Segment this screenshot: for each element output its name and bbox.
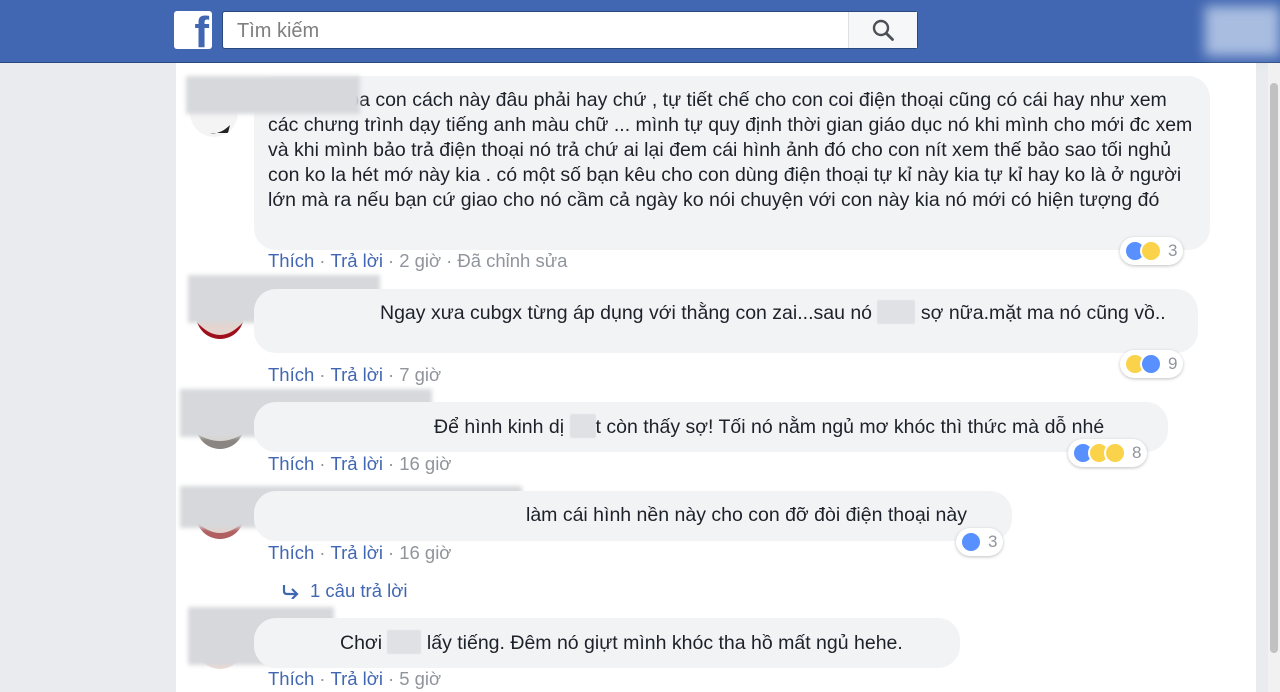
reaction-summary[interactable]: 8 bbox=[1068, 439, 1148, 467]
like-link[interactable]: Thích bbox=[268, 364, 314, 385]
comment-actions: Thích · Trả lời · 2 giờ · Đã chỉnh sửa bbox=[268, 250, 568, 271]
edited-label[interactable]: Đã chỉnh sửa bbox=[457, 250, 567, 271]
facebook-logo[interactable]: f bbox=[174, 11, 212, 49]
search-icon bbox=[872, 19, 894, 41]
facebook-logo-letter: f bbox=[194, 11, 209, 49]
comment-text-part: Ngay xưa cubgx từng áp dụng với thằng co… bbox=[380, 302, 878, 324]
censored-word bbox=[569, 414, 596, 438]
like-link[interactable]: Thích bbox=[268, 250, 314, 271]
comment-text-part: t còn thấy sợ! Tối nó nằm ngủ mơ khóc th… bbox=[595, 416, 1105, 438]
censored-word bbox=[877, 300, 916, 324]
comment-actions: Thích · Trả lời · 5 giờ bbox=[268, 668, 442, 689]
reaction-count: 3 bbox=[988, 532, 998, 551]
like-link[interactable]: Thích bbox=[268, 453, 314, 474]
comment-text-part: lấy tiếng. Đêm nó giựt mình khóc tha hồ … bbox=[426, 632, 903, 654]
reply-link[interactable]: Trả lời bbox=[330, 542, 383, 563]
comment-bubble: nói thật dọa con cách này đâu phải hay c… bbox=[186, 76, 1210, 250]
comment-time[interactable]: 5 giờ bbox=[399, 668, 441, 689]
comment-time[interactable]: 7 giờ bbox=[399, 364, 441, 385]
comment-bubble: Ngay xưa cubgx từng áp dụng với thằng co… bbox=[254, 289, 1198, 353]
view-replies-link[interactable]: 1 câu trả lời bbox=[282, 580, 407, 602]
search-button[interactable] bbox=[848, 12, 917, 48]
view-replies-label[interactable]: 1 câu trả lời bbox=[310, 580, 407, 601]
scrollbar-thumb[interactable] bbox=[1270, 83, 1278, 653]
comment-bubble: Chơi lấy tiếng. Đêm nó giựt mình khóc th… bbox=[254, 618, 960, 668]
reaction-count: 3 bbox=[1168, 241, 1178, 260]
page-scrollbar[interactable] bbox=[1268, 63, 1280, 692]
comment-time[interactable]: 2 giờ bbox=[399, 250, 441, 271]
comment-text-part: Để hình kinh dị bbox=[434, 416, 570, 438]
reply-link[interactable]: Trả lời bbox=[330, 364, 383, 385]
comment-text: làm cái hình nền này cho con đỡ đòi điện… bbox=[526, 504, 967, 526]
reply-arrow-icon bbox=[282, 585, 299, 600]
like-link[interactable]: Thích bbox=[268, 542, 314, 563]
comment-text-part: Chơi bbox=[340, 632, 388, 654]
reply-link[interactable]: Trả lời bbox=[330, 453, 383, 474]
comment-text-part: sợ nữa.mặt ma nó cũng vồ.. bbox=[920, 302, 1166, 324]
top-navigation-bar: f bbox=[0, 0, 1280, 63]
search-box bbox=[222, 11, 918, 49]
comment-bubble: làm cái hình nền này cho con đỡ đòi điện… bbox=[254, 491, 1012, 541]
search-input[interactable] bbox=[235, 19, 839, 43]
commenter-name-blurred[interactable] bbox=[186, 76, 360, 114]
like-icon bbox=[1140, 353, 1162, 375]
reply-link[interactable]: Trả lời bbox=[330, 250, 383, 271]
comment-bubble: Để hình kinh dị t còn thấy sợ! Tối nó nằ… bbox=[254, 402, 1168, 452]
like-link[interactable]: Thích bbox=[268, 668, 314, 689]
like-icon bbox=[960, 531, 982, 553]
profile-area-blurred[interactable] bbox=[1205, 6, 1280, 56]
reply-link[interactable]: Trả lời bbox=[330, 668, 383, 689]
comment-time[interactable]: 16 giờ bbox=[399, 542, 451, 563]
reaction-summary[interactable]: 3 bbox=[956, 528, 1004, 556]
reaction-summary[interactable]: 3 bbox=[1120, 237, 1184, 265]
comment-text: nói thật dọa con cách này đâu phải hay c… bbox=[268, 89, 1193, 211]
sad-icon bbox=[1140, 240, 1162, 262]
comment-feed: nói thật dọa con cách này đâu phải hay c… bbox=[176, 63, 1256, 692]
reaction-count: 8 bbox=[1132, 443, 1142, 462]
comment-actions: Thích · Trả lời · 16 giờ bbox=[268, 542, 452, 563]
comment-time[interactable]: 16 giờ bbox=[399, 453, 451, 474]
censored-word bbox=[387, 630, 422, 654]
reaction-count: 9 bbox=[1168, 354, 1178, 373]
comment-actions: Thích · Trả lời · 16 giờ bbox=[268, 453, 452, 474]
reaction-summary[interactable]: 9 bbox=[1120, 350, 1184, 378]
comment-actions: Thích · Trả lời · 7 giờ bbox=[268, 364, 442, 385]
wow-icon bbox=[1104, 442, 1126, 464]
